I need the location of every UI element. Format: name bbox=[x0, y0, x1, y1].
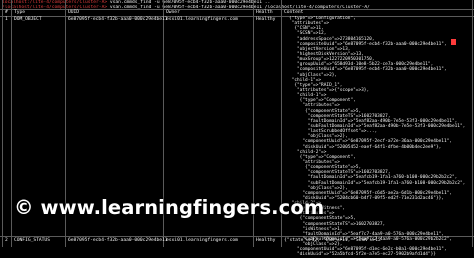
column-header-number: # bbox=[5, 10, 8, 15]
row-health: Healthy bbox=[256, 17, 276, 22]
content-line: "faultDomainId"=>"5eafcb19-1fa1-a760-b10… bbox=[289, 175, 458, 181]
column-header-type: Type bbox=[14, 10, 26, 15]
content-line: "diskUuid"=>"52a5bfcd-5f2e-a7e5-ec27-590… bbox=[289, 252, 436, 258]
column-header-owner: Owner bbox=[166, 10, 180, 15]
row-uuid: 6e87095f-ecb4-f32b-aaa0-000c29e4be11 bbox=[68, 17, 168, 22]
column-divider bbox=[472, 0, 473, 247]
row-content: {"state"=>12, "CSN"=>11, "SCSN"=>12 bbox=[284, 238, 381, 243]
content-line: "componentUuid"=>"6e87095f-2ecf-a72e-36a… bbox=[289, 139, 452, 145]
column-header-uuid: UUID bbox=[68, 10, 80, 15]
row-number: 1 bbox=[5, 17, 8, 22]
row-owner: esxi01.learningfingers.com bbox=[166, 238, 238, 243]
row-uuid: 6e87095f-ecb4-f32b-aaa0-000c29e4be11 bbox=[68, 238, 168, 243]
watermark-text: www.learningfingers.com bbox=[40, 196, 325, 219]
row-type: CONFIG_STATUS bbox=[14, 238, 50, 243]
column-divider bbox=[11, 0, 12, 247]
row-content: {"type"=>"Configuration", "attributes"=>… bbox=[289, 16, 472, 258]
row-type: DOM_OBJECT bbox=[14, 17, 42, 22]
content-line: "compositeUuid"=>"6e87095f-ecb4-f32b-aaa… bbox=[289, 67, 447, 73]
row-health: Healthy bbox=[256, 238, 276, 243]
highlight-marker bbox=[451, 39, 456, 45]
copyright-icon: © bbox=[14, 196, 34, 219]
row-owner: esxi01.learningfingers.com bbox=[166, 17, 238, 22]
watermark: © www.learningfingers.com bbox=[14, 196, 324, 219]
column-header-health: Health bbox=[256, 10, 273, 15]
content-line: "subFaultDomainId"=>"5eafcb19-1fa1-a760-… bbox=[289, 180, 466, 186]
column-divider bbox=[2, 0, 3, 247]
row-number: 2 bbox=[5, 238, 8, 243]
